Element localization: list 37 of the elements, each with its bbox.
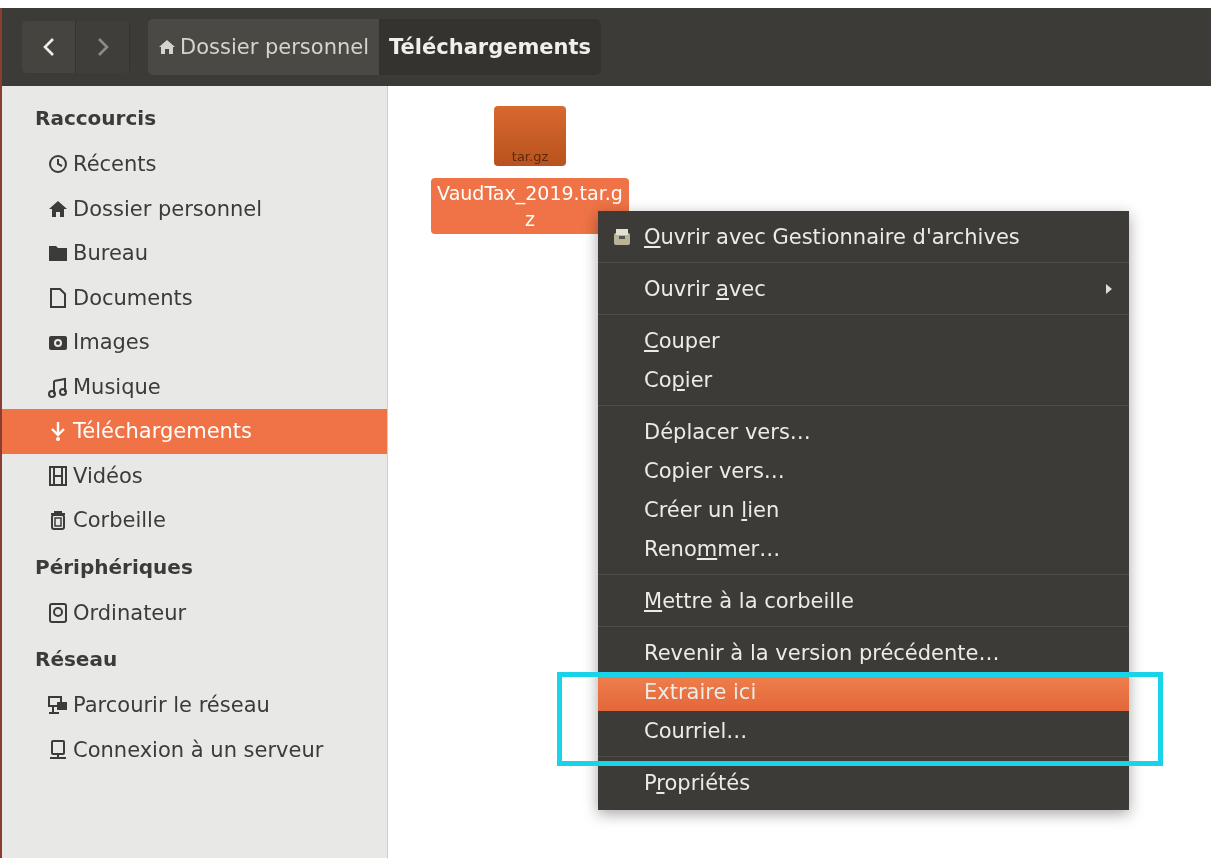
home-icon: [158, 39, 176, 55]
sidebar-item[interactable]: Dossier personnel: [2, 186, 387, 231]
clock-icon: [47, 153, 69, 176]
menu-item[interactable]: Copier: [598, 360, 1129, 399]
menu-item[interactable]: Mettre à la corbeille: [598, 581, 1129, 620]
computer-icon: [47, 601, 69, 624]
sidebar-item[interactable]: Bureau: [2, 231, 387, 276]
sidebar-item[interactable]: Musique: [2, 364, 387, 409]
sidebar-item[interactable]: Ordinateur: [2, 590, 387, 635]
menu-item[interactable]: Copier vers…: [598, 451, 1129, 490]
breadcrumb-button[interactable]: Dossier personnel: [148, 19, 379, 75]
sidebar-item[interactable]: Connexion à un serveur: [2, 727, 387, 772]
sidebar-heading: Réseau: [34, 646, 119, 673]
chevron-left-icon: [41, 36, 56, 58]
sidebar-item[interactable]: Images: [2, 320, 387, 365]
chevron-right-icon: [95, 36, 110, 58]
menu-item[interactable]: Créer un lien: [598, 490, 1129, 529]
menu-item[interactable]: Revenir à la version précédente…: [598, 633, 1129, 672]
menu-item[interactable]: Propriétés: [598, 763, 1129, 802]
menu-item[interactable]: Déplacer vers…: [598, 412, 1129, 451]
server-icon: [47, 738, 69, 761]
sidebar-item[interactable]: Récents: [2, 142, 387, 187]
document-icon: [47, 286, 69, 309]
sidebar-heading: Périphériques: [34, 553, 194, 581]
film-icon: [47, 464, 69, 487]
menu-item[interactable]: Ouvrir avec: [598, 269, 1129, 308]
sidebar-item[interactable]: Documents: [2, 275, 387, 320]
menu-item[interactable]: Courriel…: [598, 711, 1129, 750]
sidebar-item[interactable]: Corbeille: [2, 498, 387, 543]
sidebar-item[interactable]: Vidéos: [2, 453, 387, 498]
music-icon: [47, 375, 69, 398]
menu-item[interactable]: Couper: [598, 321, 1129, 360]
sidebar-item[interactable]: Parcourir le réseau: [2, 683, 387, 728]
menu-item[interactable]: Renommer…: [598, 529, 1129, 568]
breadcrumb-button[interactable]: Téléchargements: [379, 19, 602, 75]
network-icon: [47, 694, 69, 717]
sidebar-heading: Raccourcis: [34, 105, 158, 132]
